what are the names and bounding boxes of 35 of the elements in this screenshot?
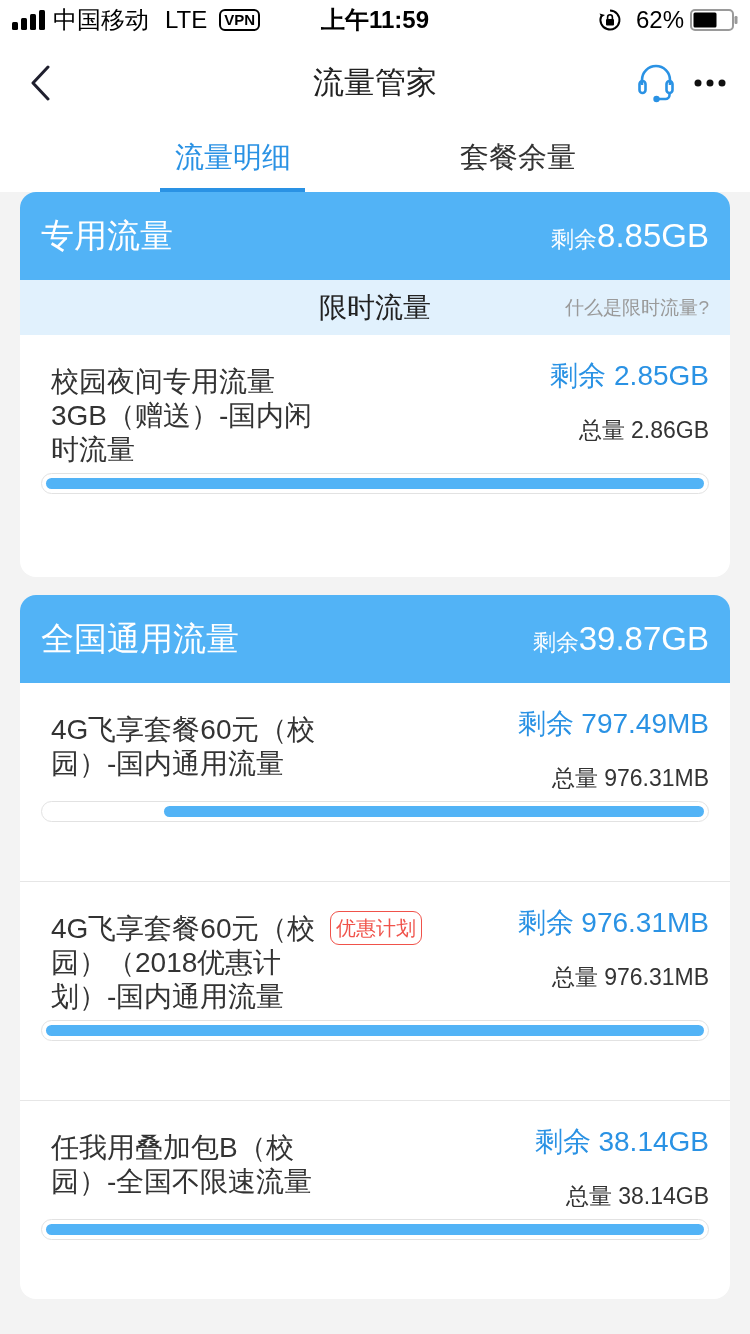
headset-icon: [638, 62, 674, 103]
remaining-amount: 剩余 2.85GB: [550, 359, 709, 393]
subsection-title: 限时流量: [319, 290, 431, 325]
remaining-label: 剩余: [532, 628, 579, 657]
plan-name: 4G飞享套餐60元（校园）（2018优惠计划）-国内通用流量: [51, 912, 317, 1014]
vpn-indicator: VPN: [219, 9, 261, 31]
tab[interactable]: 套餐余量: [375, 125, 660, 192]
plan-name: 任我用叠加包B（校园）-全国不限速流量: [51, 1131, 314, 1199]
page-title: 流量管家: [313, 63, 437, 102]
promo-tag: 优惠计划: [330, 911, 422, 945]
remaining-amount: 剩余 38.14GB: [534, 1125, 709, 1159]
section-title: 专用流量: [41, 216, 173, 256]
clock-time: 上午11:59: [320, 5, 430, 35]
network-type: LTE: [165, 5, 208, 35]
plan-name: 4G飞享套餐60元（校园）-国内通用流量: [51, 713, 317, 781]
remaining-total: 39.87GB: [578, 619, 709, 659]
chevron-left-icon: [30, 64, 50, 101]
signal-bars-icon: [12, 10, 46, 30]
help-link[interactable]: 什么是限时流量?: [565, 294, 709, 321]
tab[interactable]: 流量明细: [90, 125, 375, 192]
total-amount: 总量 2.86GB: [578, 416, 709, 445]
remaining-amount: 剩余 976.31MB: [517, 906, 709, 940]
battery-percent: 62%: [635, 5, 684, 35]
total-amount: 总量 38.14GB: [565, 1182, 709, 1211]
more-icon: [694, 78, 726, 87]
remaining-label: 剩余: [551, 225, 598, 254]
carrier-name: 中国移动: [53, 5, 149, 35]
battery-icon: [690, 9, 738, 31]
total-amount: 总量 976.31MB: [551, 963, 709, 992]
total-amount: 总量 976.31MB: [551, 764, 709, 793]
remaining-total: 8.85GB: [597, 216, 709, 256]
rotation-lock-icon: [597, 8, 622, 32]
plan-name: 校园夜间专用流量3GB（赠送）-国内闲时流量: [51, 365, 314, 467]
remaining-amount: 剩余 797.49MB: [517, 707, 709, 741]
section-title: 全国通用流量: [41, 619, 239, 659]
